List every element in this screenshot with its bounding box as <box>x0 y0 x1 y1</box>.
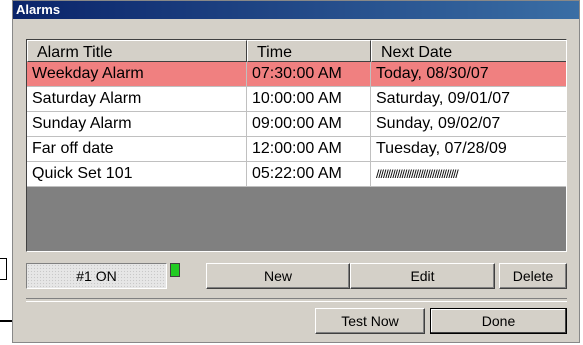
cell-title: Sunday Alarm <box>27 112 247 136</box>
new-button[interactable]: New <box>206 263 350 289</box>
delete-button[interactable]: Delete <box>499 263 567 289</box>
table-row[interactable]: Far off date 12:00:00 AM Tuesday, 07/28/… <box>27 137 566 162</box>
edit-button[interactable]: Edit <box>350 263 495 289</box>
cell-next-date: Saturday, 09/01/07 <box>376 90 511 107</box>
cell-next-date: Tuesday, 07/28/09 <box>376 140 507 157</box>
cell-title: Weekday Alarm <box>27 62 247 86</box>
cell-time: 05:22:00 AM <box>247 162 371 186</box>
table-row[interactable]: Sunday Alarm 09:00:00 AM Sunday, 09/02/0… <box>27 112 566 137</box>
cell-time: 09:00:00 AM <box>247 112 371 136</box>
title-bar: Alarms <box>13 1 579 19</box>
cell-title: Saturday Alarm <box>27 87 247 111</box>
cell-title: Quick Set 101 <box>27 162 247 186</box>
cell-title: Far off date <box>27 137 247 161</box>
column-header-next-date[interactable]: Next Date <box>371 40 566 62</box>
cell-next-date: Today, 08/30/07 <box>376 65 489 82</box>
divider <box>26 298 567 302</box>
cell-next-date: /////////////////////////////////// <box>376 167 459 181</box>
test-now-button[interactable]: Test Now <box>315 308 425 334</box>
window-title: Alarms <box>16 2 61 17</box>
alarm-status-display: #1 ON <box>26 263 167 289</box>
table-row[interactable]: Quick Set 101 05:22:00 AM //////////////… <box>27 162 566 187</box>
column-header-time[interactable]: Time <box>247 40 371 62</box>
table-row[interactable]: Saturday Alarm 10:00:00 AM Saturday, 09/… <box>27 87 566 112</box>
table-row[interactable]: Weekday Alarm 07:30:00 AM Today, 08/30/0… <box>27 62 566 87</box>
column-header-alarm-title[interactable]: Alarm Title <box>27 40 247 62</box>
annotation-bracket <box>0 258 7 280</box>
done-button[interactable]: Done <box>430 308 567 334</box>
alarms-window: Alarms Alarm Title Time Next Date Weekda… <box>12 0 580 343</box>
alarm-list[interactable]: Alarm Title Time Next Date Weekday Alarm… <box>26 39 567 252</box>
cell-time: 07:30:00 AM <box>247 62 371 86</box>
cell-next-date: Sunday, 09/02/07 <box>376 115 501 132</box>
status-indicator-light <box>170 263 180 277</box>
cell-time: 10:00:00 AM <box>247 87 371 111</box>
cell-time: 12:00:00 AM <box>247 137 371 161</box>
